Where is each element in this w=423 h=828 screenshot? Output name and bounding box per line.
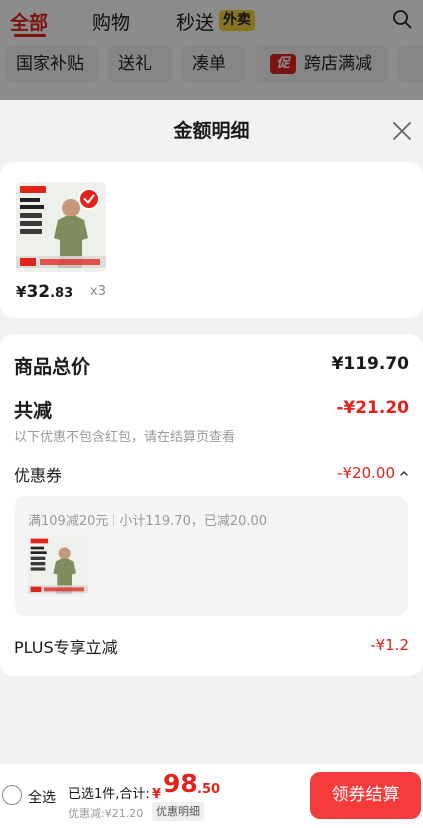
coupon-toggle[interactable]: -¥20.00 [337, 464, 409, 482]
price-integer: 32 [26, 282, 51, 302]
plus-discount-value: -¥1.2 [370, 636, 409, 654]
discount-summary: 优惠减:¥21.20 [68, 807, 144, 820]
total-reduction-value: -¥21.20 [336, 398, 409, 418]
select-all-radio[interactable] [2, 785, 22, 805]
selected-count-text: 已选1件,合计: [68, 787, 150, 802]
sum-decimal: .50 [197, 782, 221, 797]
divider [113, 514, 115, 526]
coupon-product-thumbnail[interactable] [28, 536, 88, 596]
product-card: ¥32.83 x3 [0, 162, 423, 318]
coupon-value: -¥20.00 [337, 464, 395, 482]
selected-check-icon [78, 188, 100, 210]
coupon-subtotal: 小计119.70，已减20.00 [119, 514, 268, 529]
price-summary-card: 商品总价 ¥119.70 共减 -¥21.20 以下优惠不包含红包，请在结算页查… [0, 334, 423, 676]
checkout-button[interactable]: 领券结算 [310, 772, 421, 819]
total-price-label: 商品总价 [14, 356, 91, 378]
coupon-detail-text: 满109减20元 小计119.70，已减20.00 [28, 510, 267, 529]
sum-integer: 98 [163, 769, 198, 798]
product-thumbnail[interactable] [16, 182, 106, 272]
tshirt-product-image [28, 536, 88, 596]
chevron-up-icon [400, 471, 408, 476]
reduction-note: 以下优惠不包含红包，请在结算页查看 [14, 430, 236, 445]
product-quantity: x3 [90, 284, 106, 299]
coupon-rule: 满109减20元 [28, 514, 109, 529]
discount-detail-button[interactable]: 优惠明细 [152, 802, 204, 821]
sum-currency: ¥ [152, 787, 162, 802]
modal-overlay[interactable] [0, 0, 423, 100]
checkout-bar: 全选 已选1件,合计: ¥ 98 .50 优惠减:¥21.20 优惠明细 领券结… [0, 764, 423, 828]
total-price-value: ¥119.70 [331, 354, 409, 374]
plus-discount-label: PLUS专享立减 [14, 638, 118, 657]
price-decimal: .83 [50, 286, 74, 301]
coupon-label: 优惠券 [14, 466, 63, 485]
price-currency: ¥ [16, 283, 27, 301]
select-all-label[interactable]: 全选 [28, 787, 56, 807]
product-price: ¥32.83 [16, 282, 73, 302]
sheet-title: 金额明细 [173, 120, 250, 142]
total-reduction-label: 共减 [14, 400, 53, 422]
background-page: 全部 购物 秒送 外卖 国家补贴 送礼 凑单 促 跨店满减 [0, 0, 423, 100]
amount-detail-sheet: 金额明细 ¥32.83 x3 商品总价 ¥119.70 共减 -¥21.20 以… [0, 100, 423, 828]
close-icon[interactable] [390, 119, 414, 143]
coupon-detail-box: 满109减20元 小计119.70，已减20.00 [14, 496, 408, 616]
